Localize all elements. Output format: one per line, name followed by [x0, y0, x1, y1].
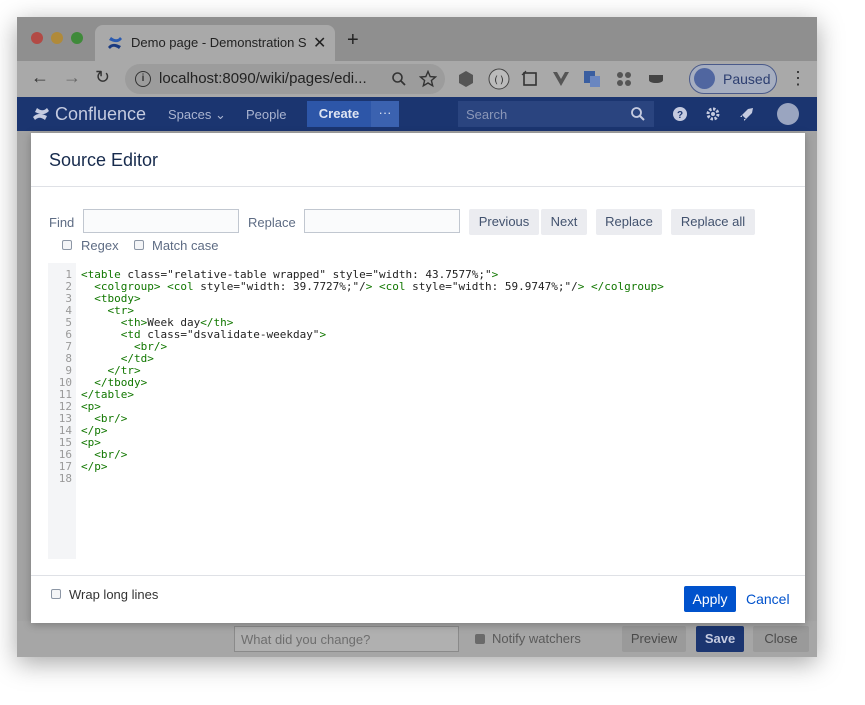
find-input[interactable]	[83, 209, 239, 233]
profile-status: Paused	[723, 71, 771, 87]
match-case-label: Match case	[152, 238, 219, 253]
url-text: localhost:8090/wiki/pages/edi...	[159, 70, 367, 87]
close-button[interactable]: Close	[753, 626, 809, 652]
help-icon[interactable]: ?	[672, 106, 688, 122]
profile-button[interactable]: Paused	[689, 64, 777, 94]
change-comment-input[interactable]: What did you change?	[234, 626, 459, 652]
maximize-window-button[interactable]	[71, 32, 83, 44]
find-label: Find	[49, 215, 75, 230]
notifications-rocket-icon[interactable]	[739, 106, 755, 122]
create-more-button[interactable]: ···	[371, 101, 399, 127]
create-button[interactable]: Create	[307, 101, 371, 127]
close-window-button[interactable]	[31, 32, 43, 44]
svg-text:?: ?	[677, 110, 683, 121]
replace-label: Replace	[248, 215, 296, 230]
notify-watchers-label: Notify watchers	[492, 631, 581, 646]
back-button[interactable]: ←	[31, 67, 49, 88]
user-avatar[interactable]	[777, 103, 799, 125]
regex-checkbox[interactable]	[62, 240, 72, 250]
dialog-title: Source Editor	[49, 150, 159, 170]
browser-titlebar: Demo page - Demonstration Sp ✕ +	[17, 17, 817, 61]
wrap-long-lines-checkbox[interactable]	[51, 589, 61, 599]
forward-button[interactable]: →	[63, 67, 81, 88]
preview-button[interactable]: Preview	[622, 626, 686, 652]
cancel-link[interactable]: Cancel	[746, 591, 790, 607]
translate-icon[interactable]	[583, 70, 601, 88]
nav-people[interactable]: People	[246, 107, 286, 122]
search-input[interactable]: Search	[458, 101, 654, 127]
code-line: <colgroup> <col style="width: 39.7727%;"…	[94, 280, 664, 293]
site-info-icon[interactable]: i	[135, 71, 151, 87]
code-editor[interactable]: 1 2 3 4 5 6 7 8 9 10 11 12 13 14 15 16 17 18 <table class…	[48, 263, 787, 559]
change-comment-placeholder: What did you change?	[241, 632, 371, 647]
confluence-favicon-icon	[108, 37, 122, 49]
browser-menu-icon[interactable]: ⋮	[789, 68, 807, 89]
nav-spaces[interactable]: Spaces ⌄	[168, 107, 226, 123]
replace-button[interactable]: Replace	[596, 209, 662, 235]
match-case-checkbox[interactable]	[134, 240, 144, 250]
bookmark-star-icon[interactable]	[419, 70, 437, 88]
regex-label: Regex	[81, 238, 119, 253]
line-number-gutter: 1 2 3 4 5 6 7 8 9 10 11 12 13 14 15 16 17 18	[48, 263, 76, 559]
tab-close-icon[interactable]: ✕	[313, 33, 326, 53]
reload-button[interactable]: ↻	[95, 67, 110, 88]
profile-avatar-icon	[694, 68, 715, 89]
vue-devtools-icon[interactable]	[552, 70, 570, 88]
search-icon[interactable]	[630, 106, 646, 122]
apply-button[interactable]: Apply	[684, 586, 736, 612]
browser-window: Demo page - Demonstration Sp ✕ + ← → ↻ i…	[17, 17, 817, 657]
browser-tab[interactable]: Demo page - Demonstration Sp ✕	[95, 25, 335, 61]
confluence-header: Confluence Spaces ⌄ People Create ··· Se…	[17, 97, 817, 131]
dialog-header-divider	[31, 186, 805, 187]
zoom-icon[interactable]	[391, 71, 407, 87]
screenshot-icon[interactable]	[521, 70, 539, 88]
extension-pocket-icon[interactable]	[647, 70, 665, 88]
save-button[interactable]: Save	[696, 626, 744, 652]
extension-apps-icon[interactable]	[615, 70, 633, 88]
previous-button[interactable]: Previous	[469, 209, 539, 235]
tab-title: Demo page - Demonstration Sp	[131, 35, 306, 50]
highlight-glow	[186, 439, 390, 471]
source-editor-dialog: Source Editor Find Replace Previous Next…	[31, 133, 805, 623]
search-placeholder: Search	[466, 107, 508, 122]
svg-text:(): ()	[493, 75, 505, 86]
wrap-long-lines-label: Wrap long lines	[69, 587, 159, 602]
dialog-footer-divider	[31, 575, 805, 576]
line-number: 18	[58, 472, 72, 485]
confluence-logo-text[interactable]: Confluence	[55, 104, 146, 125]
replace-input[interactable]	[304, 209, 460, 233]
code-line: </p>	[81, 460, 108, 473]
replace-all-button[interactable]: Replace all	[671, 209, 755, 235]
editor-footer-bar: What did you change? Notify watchers Pre…	[17, 621, 817, 657]
confluence-logo-icon[interactable]	[33, 107, 49, 121]
new-tab-button[interactable]: +	[347, 29, 359, 52]
settings-gear-icon[interactable]	[705, 106, 721, 122]
notify-watchers-checkbox[interactable]	[475, 634, 485, 644]
extension-cube-icon[interactable]	[457, 70, 475, 88]
browser-toolbar: ← → ↻ i localhost:8090/wiki/pages/edi...…	[17, 61, 817, 97]
address-bar[interactable]: i localhost:8090/wiki/pages/edi...	[125, 64, 445, 94]
next-button[interactable]: Next	[541, 209, 587, 235]
minimize-window-button[interactable]	[51, 32, 63, 44]
extension-code-icon[interactable]: ()	[488, 68, 510, 90]
